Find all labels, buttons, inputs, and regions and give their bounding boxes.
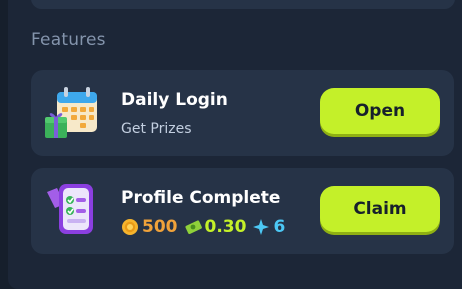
profile-complete-card: Profile Complete 500 0.30 6 Claim	[31, 168, 454, 254]
claim-button[interactable]: Claim	[320, 186, 440, 232]
daily-login-card: Daily Login Get Prizes Open	[31, 70, 454, 156]
cash-icon	[184, 220, 202, 234]
coin-icon	[122, 219, 138, 235]
card-title: Daily Login	[121, 90, 228, 110]
open-button[interactable]: Open	[320, 88, 440, 134]
cash-amount: 0.30	[204, 217, 247, 237]
coin-amount: 500	[142, 217, 178, 237]
gem-icon	[253, 219, 270, 235]
card-title: Profile Complete	[121, 188, 281, 208]
gem-amount: 6	[273, 217, 286, 237]
section-title: Features	[31, 30, 106, 50]
previous-card	[31, 0, 455, 9]
card-subtitle: Get Prizes	[121, 121, 192, 137]
checklist-icon	[47, 184, 93, 234]
calendar-gift-icon	[45, 87, 97, 138]
reward-list: 500 0.30 6	[121, 216, 291, 238]
